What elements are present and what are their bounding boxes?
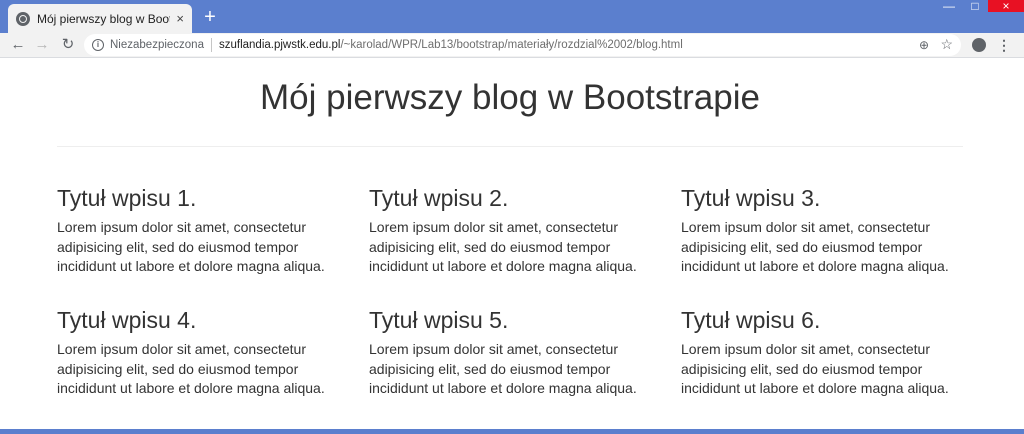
profile-avatar-icon[interactable] xyxy=(972,38,986,52)
page-title: Mój pierwszy blog w Bootstrapie xyxy=(260,78,760,117)
post-title: Tytuł wpisu 4. xyxy=(57,307,197,333)
address-separator xyxy=(210,38,212,52)
blog-post: Tytuł wpisu 6. Lorem ipsum dolor sit ame… xyxy=(681,306,971,399)
blog-post: Tytuł wpisu 2. Lorem ipsum dolor sit ame… xyxy=(369,184,659,277)
post-title: Tytuł wpisu 1. xyxy=(57,185,197,211)
zoom-icon[interactable]: ⊕ xyxy=(919,38,929,52)
close-tab-icon[interactable]: × xyxy=(176,11,184,26)
browser-toolbar: ← → ↻ i Niezabezpieczona szuflandia.pjws… xyxy=(0,33,1024,57)
security-label[interactable]: Niezabezpieczona xyxy=(110,39,204,51)
post-title: Tytuł wpisu 6. xyxy=(681,307,821,333)
browser-tab[interactable]: Mój pierwszy blog w Bootstrapie × xyxy=(8,4,192,33)
post-body: Lorem ipsum dolor sit amet, consectetur … xyxy=(57,341,325,396)
browser-menu-icon[interactable]: ⋮ xyxy=(997,36,1011,54)
info-icon[interactable]: i xyxy=(92,39,104,51)
tab-title: Mój pierwszy blog w Bootstrapie xyxy=(37,11,170,26)
new-tab-button[interactable]: + xyxy=(198,6,222,28)
post-body: Lorem ipsum dolor sit amet, consectetur … xyxy=(57,219,325,274)
browser-titlebar: Mój pierwszy blog w Bootstrapie × + — □ … xyxy=(0,0,1024,33)
post-body: Lorem ipsum dolor sit amet, consectetur … xyxy=(369,219,637,274)
post-title: Tytuł wpisu 5. xyxy=(369,307,509,333)
blog-post: Tytuł wpisu 4. Lorem ipsum dolor sit ame… xyxy=(57,306,347,399)
address-bar[interactable]: i Niezabezpieczona szuflandia.pjwstk.edu… xyxy=(84,34,961,56)
blog-post: Tytuł wpisu 3. Lorem ipsum dolor sit ame… xyxy=(681,184,971,277)
page-viewport: Mój pierwszy blog w Bootstrapie Tytuł wp… xyxy=(0,57,1024,429)
url-path[interactable]: /~karolad/WPR/Lab13/bootstrap/materiały/… xyxy=(340,39,682,51)
close-window-button[interactable]: × xyxy=(988,0,1024,12)
post-body: Lorem ipsum dolor sit amet, consectetur … xyxy=(369,341,637,396)
post-title: Tytuł wpisu 2. xyxy=(369,185,509,211)
header-divider xyxy=(57,146,963,147)
url-host[interactable]: szuflandia.pjwstk.edu.pl xyxy=(219,39,340,51)
globe-icon xyxy=(16,11,30,26)
maximize-button[interactable]: □ xyxy=(962,0,988,14)
post-body: Lorem ipsum dolor sit amet, consectetur … xyxy=(681,341,949,396)
blog-post: Tytuł wpisu 1. Lorem ipsum dolor sit ame… xyxy=(57,184,347,277)
minimize-button[interactable]: — xyxy=(935,0,963,14)
reload-button[interactable]: ↻ xyxy=(56,33,80,57)
bookmark-star-icon[interactable]: ☆ xyxy=(940,36,953,53)
post-title: Tytuł wpisu 3. xyxy=(681,185,821,211)
blog-post: Tytuł wpisu 5. Lorem ipsum dolor sit ame… xyxy=(369,306,659,399)
post-body: Lorem ipsum dolor sit amet, consectetur … xyxy=(681,219,949,274)
back-button[interactable]: ← xyxy=(6,33,30,57)
forward-button[interactable]: → xyxy=(30,33,54,57)
